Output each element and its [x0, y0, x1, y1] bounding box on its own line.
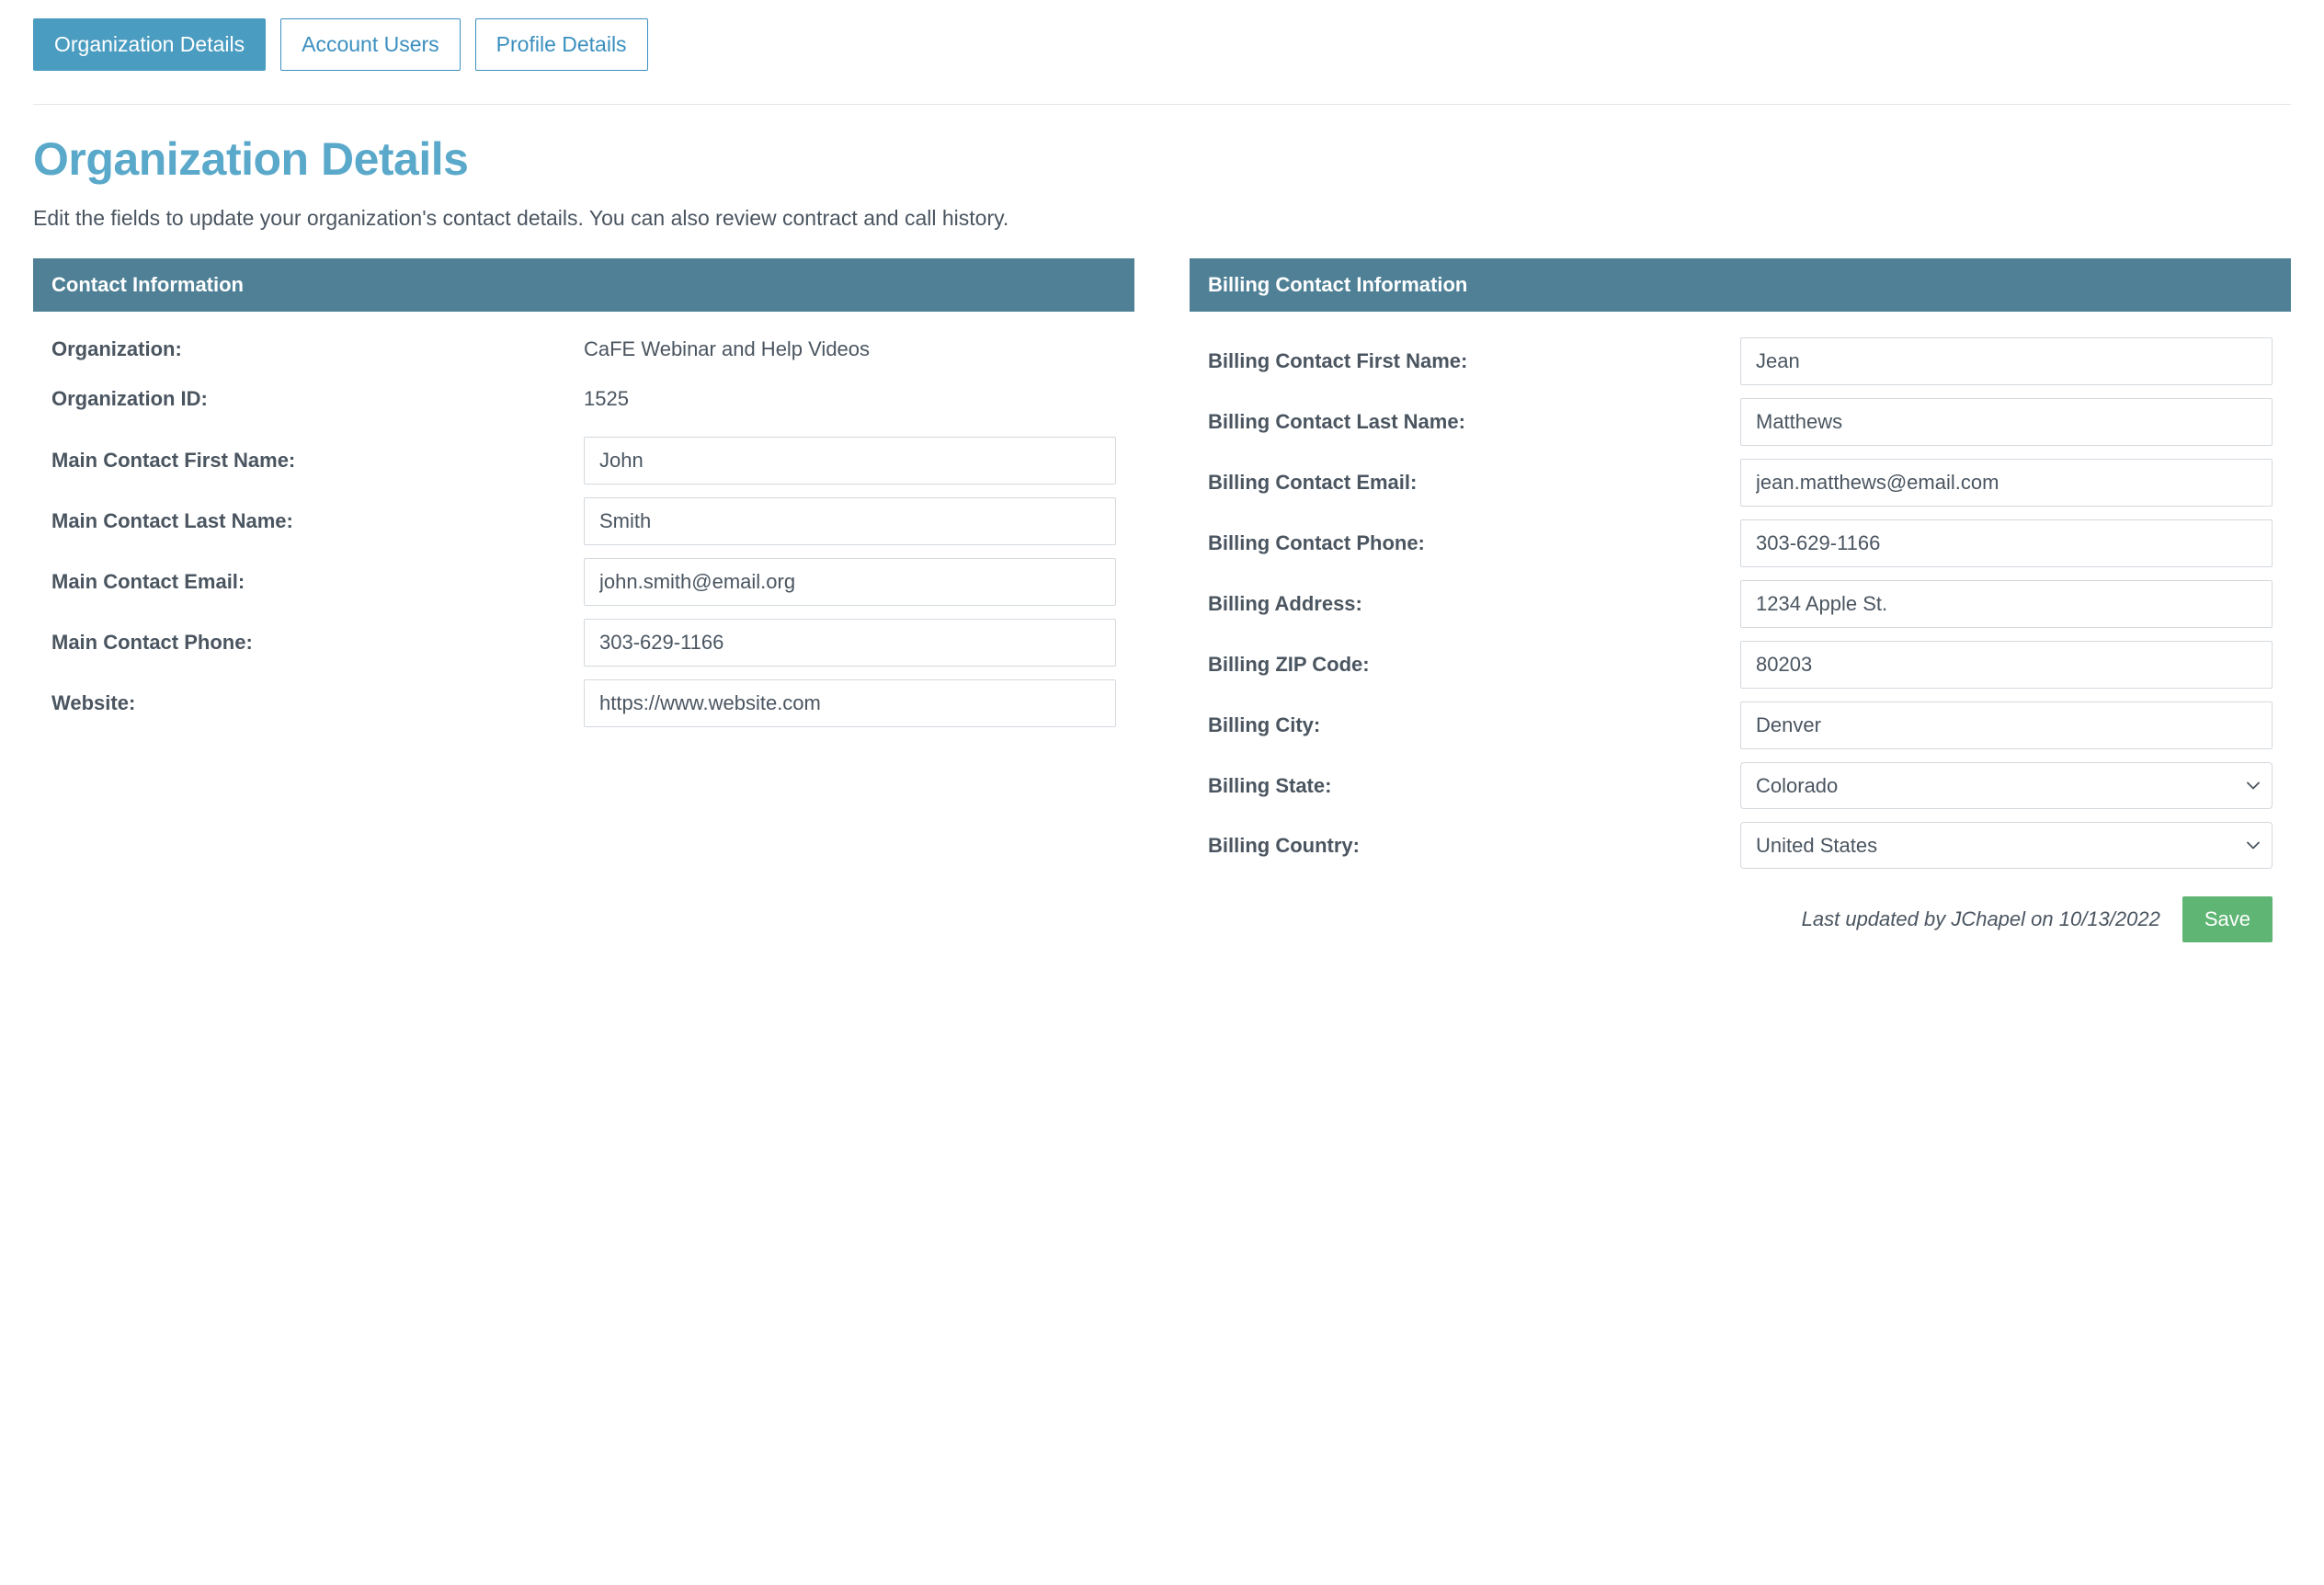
page-subtitle: Edit the fields to update your organizat… — [33, 206, 2291, 231]
row-organization-id: Organization ID: 1525 — [33, 387, 1134, 411]
page-title: Organization Details — [33, 132, 2291, 186]
row-main-email: Main Contact Email: — [33, 558, 1134, 606]
input-website[interactable] — [584, 679, 1116, 727]
label-main-first-name: Main Contact First Name: — [51, 449, 584, 473]
row-billing-last-name: Billing Contact Last Name: — [1190, 398, 2291, 446]
row-billing-phone: Billing Contact Phone: — [1190, 519, 2291, 567]
row-billing-first-name: Billing Contact First Name: — [1190, 337, 2291, 385]
save-button[interactable]: Save — [2182, 896, 2273, 942]
label-billing-country: Billing Country: — [1208, 834, 1740, 858]
label-billing-last-name: Billing Contact Last Name: — [1208, 410, 1740, 434]
label-main-last-name: Main Contact Last Name: — [51, 509, 584, 533]
label-main-email: Main Contact Email: — [51, 570, 584, 594]
label-main-phone: Main Contact Phone: — [51, 631, 584, 655]
row-main-phone: Main Contact Phone: — [33, 619, 1134, 667]
label-billing-city: Billing City: — [1208, 713, 1740, 737]
tab-account-users[interactable]: Account Users — [280, 18, 461, 71]
row-billing-state: Billing State: Colorado — [1190, 762, 2291, 809]
row-main-last-name: Main Contact Last Name: — [33, 497, 1134, 545]
tab-profile-details[interactable]: Profile Details — [475, 18, 648, 71]
label-organization: Organization: — [51, 337, 584, 361]
label-billing-address: Billing Address: — [1208, 592, 1740, 616]
input-billing-last-name[interactable] — [1740, 398, 2273, 446]
input-billing-address[interactable] — [1740, 580, 2273, 628]
row-billing-zip: Billing ZIP Code: — [1190, 641, 2291, 689]
tabs-nav: Organization Details Account Users Profi… — [33, 18, 2291, 71]
row-organization: Organization: CaFE Webinar and Help Vide… — [33, 337, 1134, 361]
select-billing-country[interactable]: United States — [1740, 822, 2273, 869]
input-billing-city[interactable] — [1740, 701, 2273, 749]
row-main-first-name: Main Contact First Name: — [33, 437, 1134, 485]
contact-info-panel: Contact Information Organization: CaFE W… — [33, 258, 1134, 740]
input-billing-email[interactable] — [1740, 459, 2273, 507]
input-main-last-name[interactable] — [584, 497, 1116, 545]
label-website: Website: — [51, 691, 584, 715]
input-main-first-name[interactable] — [584, 437, 1116, 485]
footer-row: Last updated by JChapel on 10/13/2022 Sa… — [1190, 896, 2291, 942]
label-billing-state: Billing State: — [1208, 774, 1740, 798]
select-billing-state[interactable]: Colorado — [1740, 762, 2273, 809]
input-billing-first-name[interactable] — [1740, 337, 2273, 385]
last-updated-text: Last updated by JChapel on 10/13/2022 — [1802, 907, 2160, 931]
value-organization: CaFE Webinar and Help Videos — [584, 337, 1116, 361]
label-billing-email: Billing Contact Email: — [1208, 471, 1740, 495]
label-billing-zip: Billing ZIP Code: — [1208, 653, 1740, 677]
contact-info-header: Contact Information — [33, 258, 1134, 312]
row-billing-city: Billing City: — [1190, 701, 2291, 749]
input-billing-zip[interactable] — [1740, 641, 2273, 689]
input-billing-phone[interactable] — [1740, 519, 2273, 567]
input-main-email[interactable] — [584, 558, 1116, 606]
billing-info-header: Billing Contact Information — [1190, 258, 2291, 312]
row-billing-country: Billing Country: United States — [1190, 822, 2291, 869]
form-columns: Contact Information Organization: CaFE W… — [33, 258, 2291, 942]
row-website: Website: — [33, 679, 1134, 727]
label-billing-first-name: Billing Contact First Name: — [1208, 349, 1740, 373]
label-billing-phone: Billing Contact Phone: — [1208, 531, 1740, 555]
row-billing-address: Billing Address: — [1190, 580, 2291, 628]
value-organization-id: 1525 — [584, 387, 1116, 411]
tab-organization-details[interactable]: Organization Details — [33, 18, 266, 71]
billing-info-panel: Billing Contact Information Billing Cont… — [1190, 258, 2291, 942]
row-billing-email: Billing Contact Email: — [1190, 459, 2291, 507]
input-main-phone[interactable] — [584, 619, 1116, 667]
label-organization-id: Organization ID: — [51, 387, 584, 411]
divider — [33, 104, 2291, 105]
